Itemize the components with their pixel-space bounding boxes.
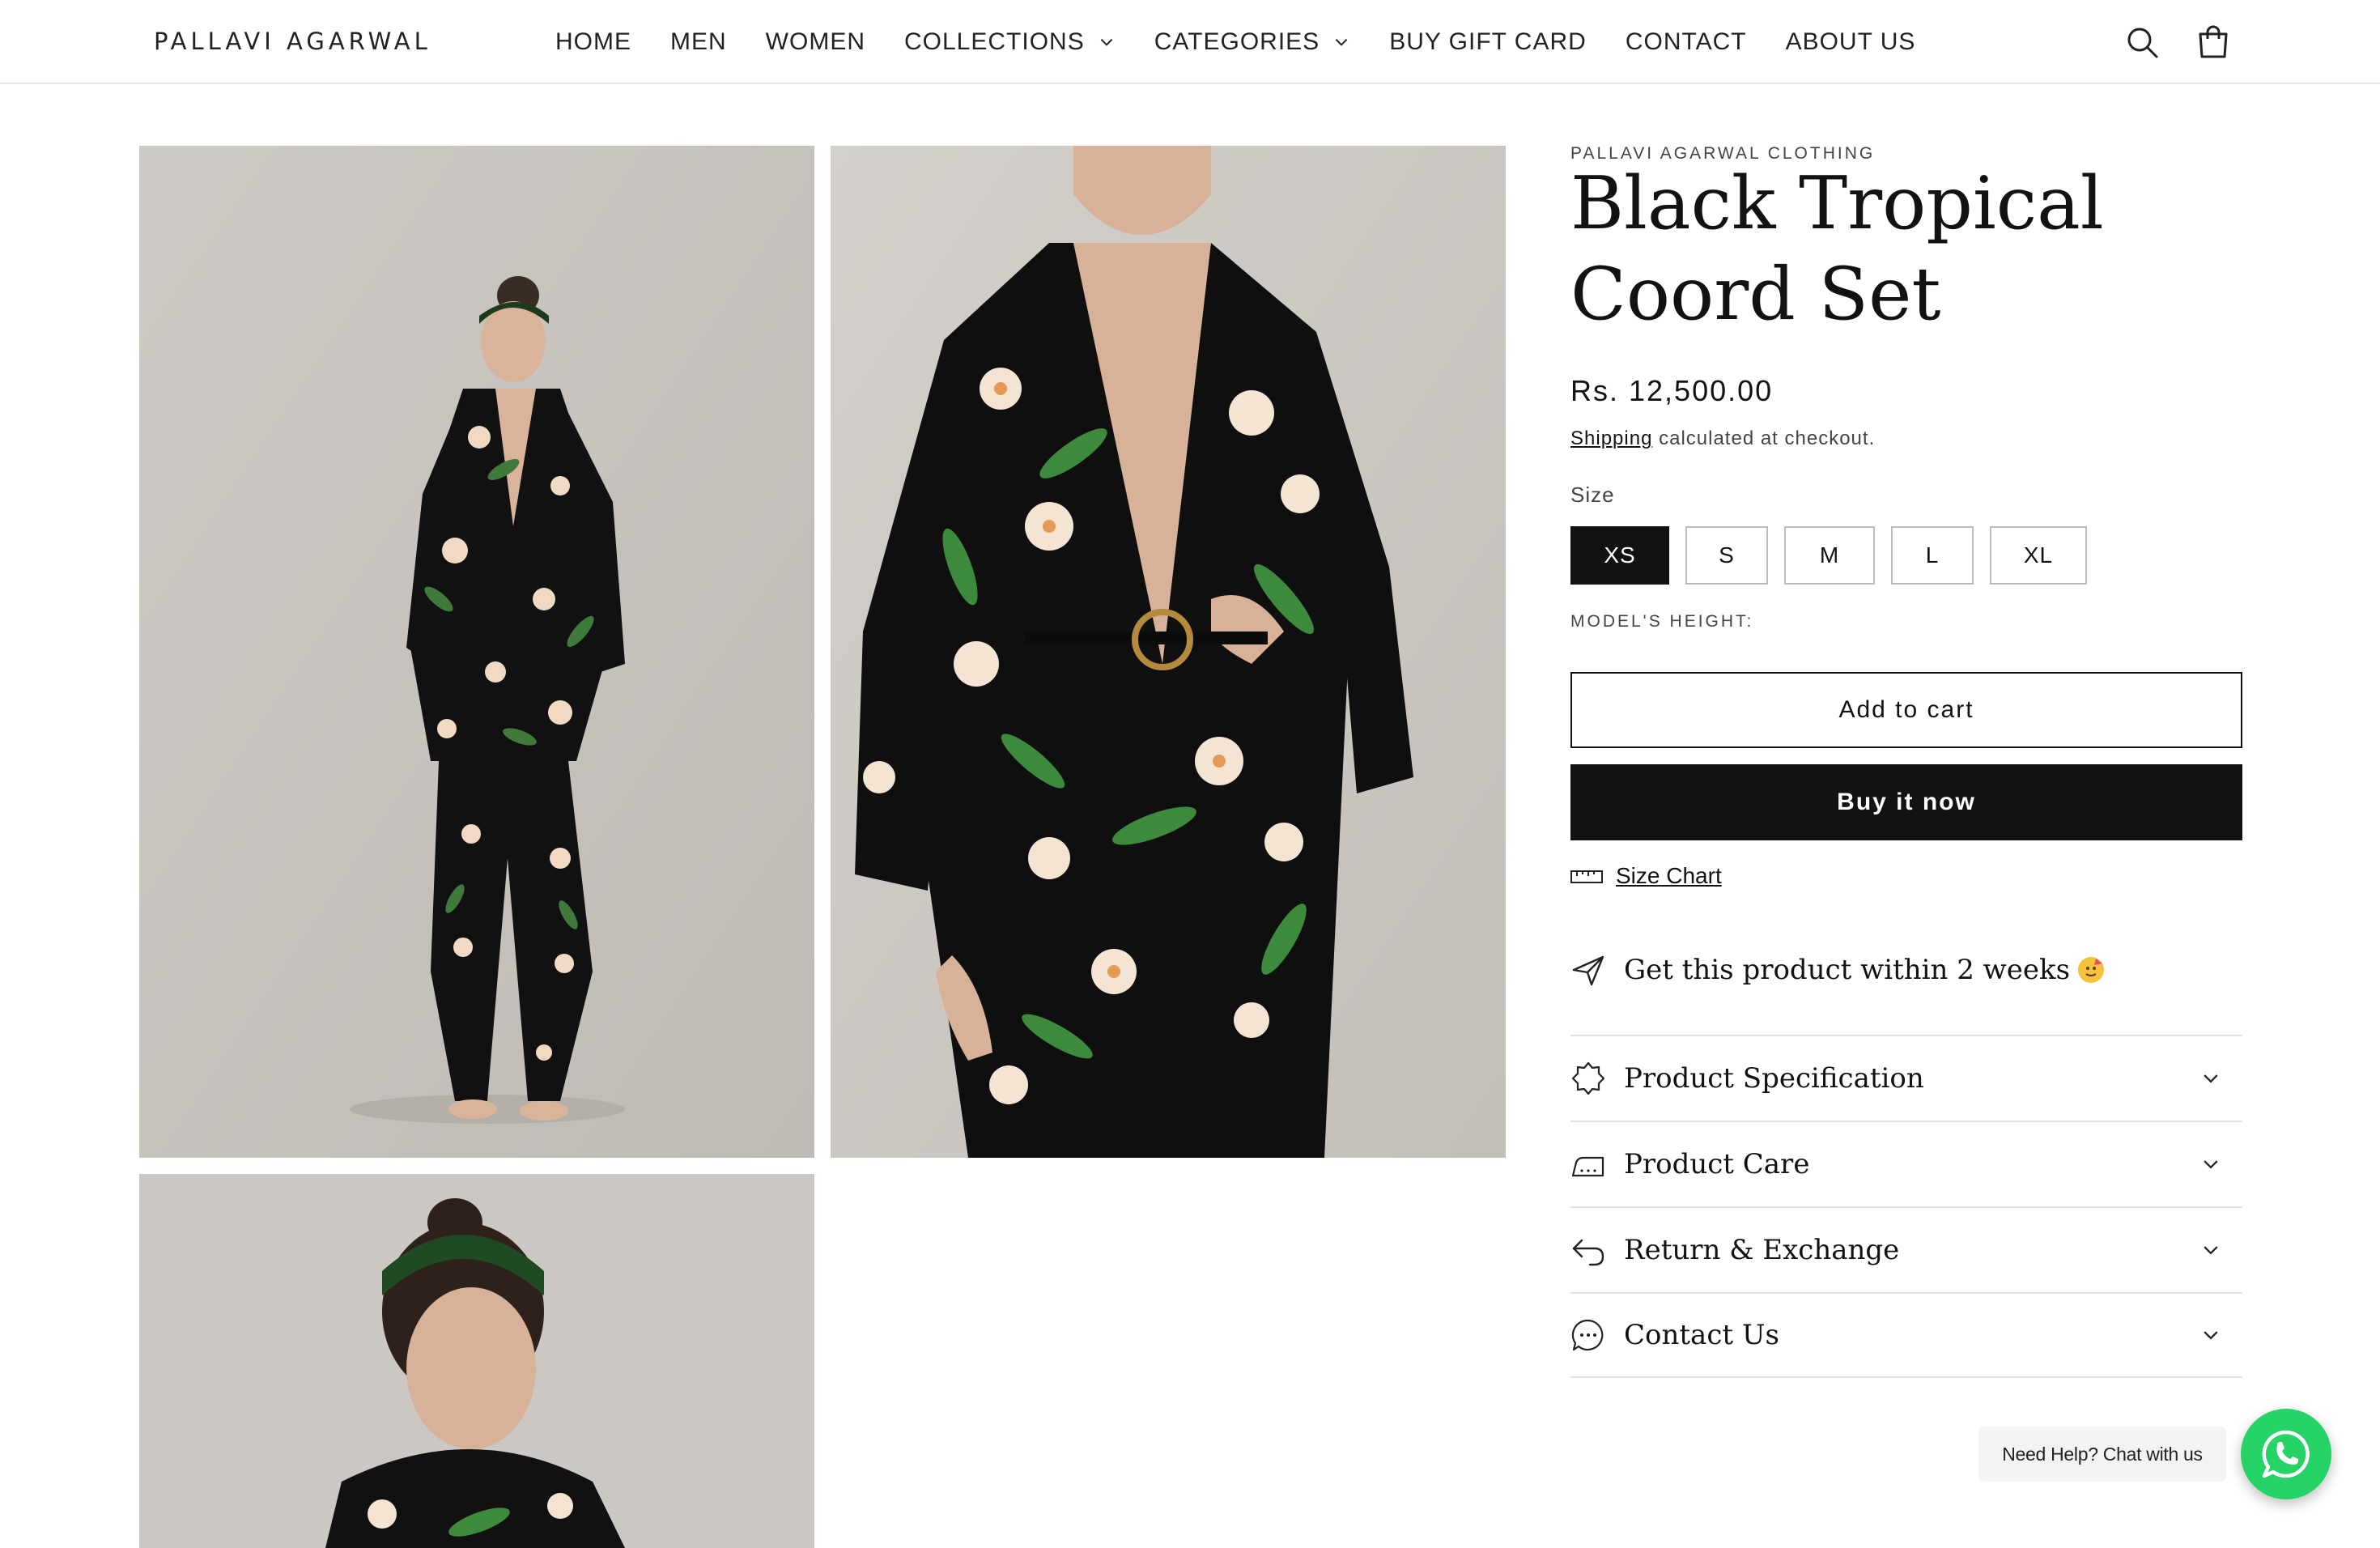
- nav-label: MEN: [670, 28, 727, 55]
- search-icon[interactable]: [2124, 24, 2160, 60]
- buy-it-now-button[interactable]: Buy it now: [1570, 764, 2242, 840]
- chevron-down-icon: [2204, 1331, 2218, 1340]
- iron-icon: [1571, 1156, 1604, 1177]
- chevron-down-icon: [2204, 1074, 2218, 1083]
- partying-face-icon: [2085, 959, 2103, 976]
- accordion-title: Return & Exchange: [1624, 1234, 1900, 1266]
- product-image-full-length[interactable]: [139, 146, 814, 1158]
- size-option-m[interactable]: M: [1784, 526, 1875, 585]
- whatsapp-chat-button[interactable]: [2241, 1409, 2331, 1499]
- accordion-title: Contact Us: [1624, 1319, 1779, 1351]
- accordion-return-exchange[interactable]: Return & Exchange: [1570, 1206, 2242, 1292]
- product-price: Rs. 12,500.00: [1570, 374, 1774, 407]
- ruler-icon: [1570, 870, 1603, 883]
- nav-about-us[interactable]: ABOUT US: [1786, 28, 1916, 56]
- badge-icon: [1571, 1061, 1605, 1095]
- shipping-note: Shipping calculated at checkout.: [1570, 427, 1875, 450]
- model-height-label: MODEL'S HEIGHT:: [1570, 612, 1754, 631]
- add-to-cart-button[interactable]: Add to cart: [1570, 672, 2242, 748]
- nav-men[interactable]: MEN: [670, 28, 727, 56]
- chevron-down-icon: [2204, 1246, 2218, 1255]
- site-header: PALLAVI AGARWAL HOME MEN WOMEN COLLECTIO…: [0, 0, 2380, 84]
- model-headband-illustration: [139, 1174, 814, 1548]
- size-option-l[interactable]: L: [1891, 526, 1974, 585]
- accordion-product-specification[interactable]: Product Specification: [1570, 1035, 2242, 1121]
- size-label: Size: [1570, 483, 1615, 507]
- chevron-down-icon: [2204, 1160, 2218, 1169]
- nav-categories[interactable]: CATEGORIES: [1154, 28, 1350, 56]
- delivery-text: Get this product within 2 weeks: [1624, 954, 2071, 986]
- nav-label: WOMEN: [765, 28, 865, 55]
- product-image-headband[interactable]: [139, 1174, 814, 1548]
- return-arrow-icon: [1572, 1239, 1604, 1266]
- nav-contact[interactable]: CONTACT: [1626, 28, 1747, 56]
- nav-label: CATEGORIES: [1154, 28, 1320, 55]
- cart-icon[interactable]: [2195, 24, 2231, 60]
- airplane-icon: [1572, 955, 1604, 986]
- nav-label: COLLECTIONS: [904, 28, 1085, 55]
- nav-label: BUY GIFT CARD: [1389, 28, 1587, 55]
- nav-label: CONTACT: [1625, 28, 1747, 55]
- shipping-link[interactable]: Shipping: [1570, 427, 1652, 449]
- main-nav: HOME MEN WOMEN COLLECTIONS CATEGORIES BU…: [555, 0, 1954, 84]
- chevron-down-icon: [1100, 38, 1113, 46]
- nav-label: HOME: [555, 28, 631, 55]
- store-logo[interactable]: PALLAVI AGARWAL: [154, 28, 431, 55]
- nav-label: ABOUT US: [1785, 28, 1916, 55]
- chevron-down-icon: [1335, 38, 1348, 46]
- size-option-xl[interactable]: XL: [1990, 526, 2087, 585]
- accordion-product-care[interactable]: Product Care: [1570, 1121, 2242, 1206]
- partying-face-emoji-icon: [2078, 957, 2105, 983]
- nav-buy-gift-card[interactable]: BUY GIFT CARD: [1389, 28, 1587, 56]
- size-chart-link[interactable]: Size Chart: [1570, 863, 1722, 889]
- shipping-text: calculated at checkout.: [1652, 427, 1876, 449]
- product-title: Black Tropical Coord Set: [1570, 161, 2104, 337]
- nav-collections[interactable]: COLLECTIONS: [904, 28, 1116, 56]
- accordion-contact-us[interactable]: Contact Us: [1570, 1292, 2242, 1378]
- chat-icon: [1571, 1319, 1604, 1351]
- product-image-closeup[interactable]: [831, 146, 1506, 1158]
- delivery-note: Get this product within 2 weeks: [1570, 952, 2105, 988]
- accordion-title: Product Specification: [1624, 1062, 1924, 1095]
- model-closeup-illustration: [831, 146, 1506, 1158]
- whatsapp-icon: [2262, 1430, 2310, 1478]
- accordion-title: Product Care: [1624, 1148, 1810, 1180]
- nav-home[interactable]: HOME: [555, 28, 631, 56]
- chat-help-label[interactable]: Need Help? Chat with us: [1978, 1427, 2226, 1482]
- nav-women[interactable]: WOMEN: [766, 28, 865, 56]
- model-full-length-illustration: [139, 146, 814, 1158]
- size-option-xs[interactable]: XS: [1570, 526, 1669, 585]
- size-selector: XS S M L XL: [1570, 526, 2103, 585]
- size-option-s[interactable]: S: [1685, 526, 1768, 585]
- size-chart-label: Size Chart: [1616, 863, 1722, 888]
